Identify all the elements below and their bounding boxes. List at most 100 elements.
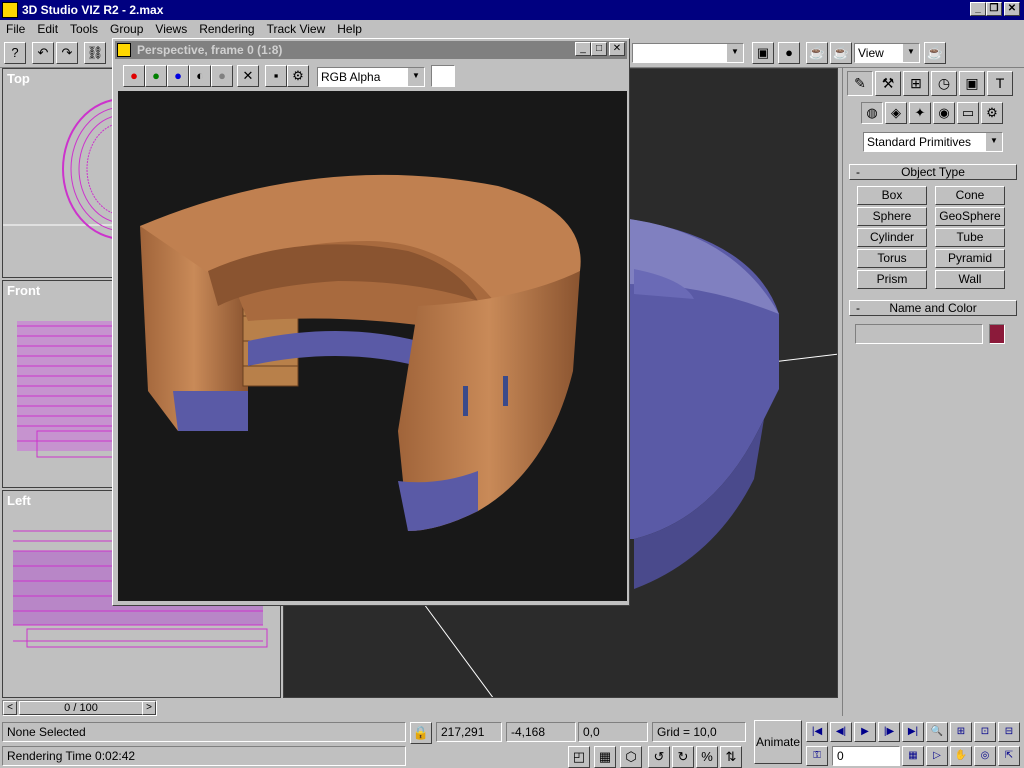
- z-coord-field: 0,0: [578, 722, 648, 742]
- viewport-top-label: Top: [7, 71, 30, 86]
- display-tab-icon[interactable]: ▣: [959, 71, 985, 96]
- hierarchy-tab-icon[interactable]: ⊞: [903, 71, 929, 96]
- color-swatch[interactable]: [431, 65, 455, 87]
- play-icon[interactable]: ▶: [854, 722, 876, 742]
- zoom-icon[interactable]: 🔍: [926, 722, 948, 742]
- collapse-icon: -: [856, 301, 860, 315]
- undo-icon[interactable]: ↶: [32, 42, 54, 64]
- redo-icon[interactable]: ↷: [56, 42, 78, 64]
- pyramid-button[interactable]: Pyramid: [935, 249, 1005, 268]
- prev-frame-icon[interactable]: ◀|: [830, 722, 852, 742]
- render-canvas: [118, 91, 627, 601]
- arc-rotate-icon[interactable]: ◎: [974, 746, 996, 766]
- help-icon[interactable]: ?: [4, 42, 26, 64]
- menu-rendering[interactable]: Rendering: [199, 22, 254, 36]
- time-slider[interactable]: < 0 / 100 >: [2, 700, 157, 716]
- object-type-rollout: - Object Type Box Cone Sphere GeoSphere …: [849, 164, 1017, 294]
- tube-button[interactable]: Tube: [935, 228, 1005, 247]
- render-minimize-button[interactable]: _: [575, 42, 591, 56]
- goto-start-icon[interactable]: |◀: [806, 722, 828, 742]
- mirror-icon[interactable]: ▣: [752, 42, 774, 64]
- pan-icon[interactable]: ✋: [950, 746, 972, 766]
- animate-button[interactable]: Animate: [754, 720, 802, 764]
- systems-icon[interactable]: ⚙: [981, 102, 1003, 124]
- restore-button[interactable]: ❐: [986, 2, 1002, 16]
- box-button[interactable]: Box: [857, 186, 927, 205]
- geosphere-button[interactable]: GeoSphere: [935, 207, 1005, 226]
- green-channel-icon[interactable]: ●: [145, 65, 167, 87]
- motion-tab-icon[interactable]: ◷: [931, 71, 957, 96]
- key-mode-icon[interactable]: ⚿: [806, 746, 828, 766]
- shapes-icon[interactable]: ◈: [885, 102, 907, 124]
- wall-button[interactable]: Wall: [935, 270, 1005, 289]
- save-icon[interactable]: ▪: [265, 65, 287, 87]
- sphere-button[interactable]: Sphere: [857, 207, 927, 226]
- maximize-viewport-icon[interactable]: ⇱: [998, 746, 1020, 766]
- menu-edit[interactable]: Edit: [37, 22, 58, 36]
- cone-button[interactable]: Cone: [935, 186, 1005, 205]
- menu-track-view[interactable]: Track View: [267, 22, 326, 36]
- spinner-icon[interactable]: ⇅: [720, 746, 742, 768]
- percent-snap-icon[interactable]: ⬡: [620, 746, 642, 768]
- goto-end-icon[interactable]: ▶|: [902, 722, 924, 742]
- zoom-extents-icon[interactable]: ⊡: [974, 722, 996, 742]
- torus-button[interactable]: Torus: [857, 249, 927, 268]
- zoom-all-icon[interactable]: ⊞: [950, 722, 972, 742]
- next-frame-icon[interactable]: |▶: [878, 722, 900, 742]
- material-editor-icon[interactable]: ●: [778, 42, 800, 64]
- render-type-combo[interactable]: View ▼: [854, 43, 920, 63]
- render-last-icon[interactable]: ☕: [924, 42, 946, 64]
- lights-icon[interactable]: ✦: [909, 102, 931, 124]
- select-link-icon[interactable]: ⛓: [84, 42, 106, 64]
- time-config-icon[interactable]: ▦: [902, 746, 924, 766]
- current-frame-field[interactable]: 0: [832, 746, 900, 766]
- time-slider-thumb[interactable]: 0 / 100: [19, 701, 143, 715]
- render-scene-icon[interactable]: ☕: [806, 42, 828, 64]
- render-close-button[interactable]: ✕: [609, 42, 625, 56]
- snap-icon[interactable]: ↻: [672, 746, 694, 768]
- app-title: 3D Studio VIZ R2 - 2.max: [22, 3, 164, 17]
- menu-tools[interactable]: Tools: [70, 22, 98, 36]
- field-of-view-icon[interactable]: ▷: [926, 746, 948, 766]
- render-type-value: View: [858, 46, 884, 60]
- quick-render-icon[interactable]: ☕: [830, 42, 852, 64]
- channel-combo[interactable]: RGB Alpha ▼: [317, 67, 425, 87]
- clone-icon[interactable]: ⚙: [287, 65, 309, 87]
- category-combo[interactable]: Standard Primitives ▼: [863, 132, 1003, 152]
- spinner-snap-icon[interactable]: ↺: [648, 746, 670, 768]
- time-next-icon[interactable]: >: [142, 701, 156, 715]
- red-channel-icon[interactable]: ●: [123, 65, 145, 87]
- clear-icon[interactable]: ✕: [237, 65, 259, 87]
- close-button[interactable]: ✕: [1004, 2, 1020, 16]
- helpers-icon[interactable]: ▭: [957, 102, 979, 124]
- utilities-tab-icon[interactable]: T: [987, 71, 1013, 96]
- time-prev-icon[interactable]: <: [3, 701, 17, 715]
- object-type-header[interactable]: - Object Type: [849, 164, 1017, 180]
- blue-channel-icon[interactable]: ●: [167, 65, 189, 87]
- chevron-down-icon: ▼: [903, 44, 919, 62]
- alpha-channel-icon[interactable]: ●: [211, 65, 233, 87]
- cameras-icon[interactable]: ◉: [933, 102, 955, 124]
- zoom-extents-all-icon[interactable]: ⊟: [998, 722, 1020, 742]
- name-color-header[interactable]: - Name and Color: [849, 300, 1017, 316]
- menu-file[interactable]: File: [6, 22, 25, 36]
- object-name-field[interactable]: [855, 324, 983, 344]
- prism-button[interactable]: Prism: [857, 270, 927, 289]
- named-selection-combo[interactable]: ▼: [632, 43, 744, 63]
- cylinder-button[interactable]: Cylinder: [857, 228, 927, 247]
- percent-icon[interactable]: %: [696, 746, 718, 768]
- status-bar: None Selected Rendering Time 0:02:42 🔒 2…: [0, 716, 1024, 768]
- modify-tab-icon[interactable]: ⚒: [875, 71, 901, 96]
- minimize-button[interactable]: _: [970, 2, 986, 16]
- geometry-icon[interactable]: ◍: [861, 102, 883, 124]
- render-maximize-button[interactable]: □: [591, 42, 607, 56]
- menu-group[interactable]: Group: [110, 22, 143, 36]
- lock-selection-icon[interactable]: 🔒: [410, 722, 432, 744]
- create-tab-icon[interactable]: ✎: [847, 71, 873, 96]
- menu-help[interactable]: Help: [337, 22, 362, 36]
- angle-snap-icon[interactable]: ▦: [594, 746, 616, 768]
- menu-views[interactable]: Views: [155, 22, 187, 36]
- object-color-swatch[interactable]: [989, 324, 1005, 344]
- snap-3d-icon[interactable]: ◰: [568, 746, 590, 768]
- mono-channel-icon[interactable]: ◐: [189, 65, 211, 87]
